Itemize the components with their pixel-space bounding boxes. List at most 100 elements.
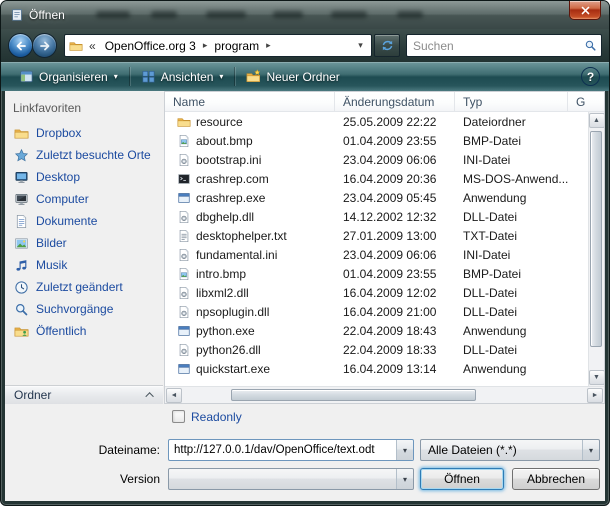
main-area: Linkfavoriten Dropbox Zuletzt besuchte O… [5, 91, 605, 404]
column-header-size[interactable]: G [568, 92, 604, 112]
sidebar-item-searches[interactable]: Suchvorgänge [5, 298, 164, 320]
sidebar-item-documents[interactable]: Dokumente [5, 210, 164, 232]
vertical-scrollbar[interactable]: ▲ ▼ [588, 112, 604, 386]
address-dropdown-icon[interactable]: ▾ [353, 40, 368, 51]
file-row[interactable]: dbghelp.dll 14.12.2002 12:32 DLL-Datei [165, 207, 604, 226]
organize-button[interactable]: Organisieren ▾ [10, 66, 127, 87]
chevron-down-icon[interactable]: ▾ [396, 440, 413, 460]
sidebar-item-music[interactable]: Musik [5, 254, 164, 276]
file-row[interactable]: crashrep.com 16.04.2009 20:36 MS-DOS-Anw… [165, 169, 604, 188]
column-header-date[interactable]: Änderungsdatum [335, 92, 455, 112]
sidebar-item-label: Dokumente [36, 214, 97, 228]
vertical-scroll-thumb[interactable] [590, 131, 602, 347]
file-rows: resource 25.05.2009 22:22 Dateiordner ab… [165, 112, 604, 386]
help-button[interactable]: ? [581, 67, 600, 86]
views-icon [141, 69, 156, 84]
sidebar-item-dropbox[interactable]: Dropbox [5, 122, 164, 144]
refresh-icon [380, 38, 395, 53]
recent-places-icon [14, 148, 29, 163]
chevron-down-icon[interactable]: ▾ [396, 469, 413, 489]
help-icon: ? [587, 70, 594, 84]
breadcrumb[interactable]: « OpenOffice.org 3 ▸ program ▸ ▾ [64, 34, 372, 57]
breadcrumb-overflow-icon[interactable]: « [86, 39, 99, 53]
folders-expander[interactable]: Ordner [5, 385, 163, 404]
version-label: Version [5, 472, 168, 486]
scroll-left-icon[interactable]: ◄ [166, 388, 182, 403]
scroll-down-icon[interactable]: ▼ [589, 370, 605, 385]
sidebar-item-label: Bilder [36, 236, 67, 250]
sidebar-item-pictures[interactable]: Bilder [5, 232, 164, 254]
file-row[interactable]: quickstart.exe 16.04.2009 13:14 Anwendun… [165, 359, 604, 378]
filename-combobox[interactable]: ▾ [168, 439, 414, 461]
dll-file-icon [177, 286, 191, 300]
dll-file-icon [177, 343, 191, 357]
titlebar[interactable]: Öffnen [1, 1, 609, 29]
column-header-name[interactable]: Name [165, 92, 335, 112]
horizontal-scrollbar[interactable]: ◄ ► [165, 386, 604, 403]
file-row[interactable]: libxml2.dll 16.04.2009 12:02 DLL-Datei [165, 283, 604, 302]
cancel-button[interactable]: Abbrechen [512, 468, 600, 490]
chevron-down-icon[interactable]: ▾ [582, 440, 599, 460]
vertical-scroll-track[interactable] [589, 129, 604, 369]
toolbar-separator [234, 67, 235, 86]
sidebar-item-public[interactable]: Öffentlich [5, 320, 164, 342]
file-row[interactable]: intro.bmp 01.04.2009 23:55 BMP-Datei [165, 264, 604, 283]
file-row[interactable]: crashrep.exe 23.04.2009 05:45 Anwendung [165, 188, 604, 207]
txt-file-icon [177, 229, 191, 243]
file-row[interactable]: python26.dll 22.04.2009 18:33 DLL-Datei [165, 340, 604, 359]
version-combobox[interactable]: ▾ [168, 468, 414, 490]
file-row[interactable]: bootstrap.ini 23.04.2009 06:06 INI-Datei [165, 150, 604, 169]
sidebar-item-recent-places[interactable]: Zuletzt besuchte Orte [5, 144, 164, 166]
file-row[interactable]: npsoplugin.dll 16.04.2009 21:00 DLL-Date… [165, 302, 604, 321]
refresh-button[interactable] [374, 34, 400, 57]
sidebar-item-recently-changed[interactable]: Zuletzt geändert [5, 276, 164, 298]
sidebar-item-label: Zuletzt geändert [36, 280, 123, 294]
search-icon[interactable] [584, 39, 597, 52]
favorites-header: Linkfavoriten [5, 96, 164, 122]
file-row[interactable]: fundamental.ini 23.04.2009 06:06 INI-Dat… [165, 245, 604, 264]
public-folder-icon [14, 324, 29, 339]
forward-button[interactable] [32, 33, 57, 58]
horizontal-scroll-track[interactable] [183, 387, 586, 403]
open-button[interactable]: Öffnen [420, 468, 504, 490]
scroll-right-icon[interactable]: ► [587, 388, 603, 403]
search-input[interactable] [413, 39, 584, 53]
ini-file-icon [177, 248, 191, 262]
crumb-separator-icon[interactable]: ▸ [265, 40, 272, 51]
filetype-value: Alle Dateien (*.*) [428, 443, 517, 457]
back-button[interactable] [8, 33, 33, 58]
file-row[interactable]: python.exe 22.04.2009 18:43 Anwendung [165, 321, 604, 340]
organize-label: Organisieren [39, 70, 108, 84]
views-label: Ansichten [161, 70, 214, 84]
file-row[interactable]: about.bmp 01.04.2009 23:55 BMP-Datei [165, 131, 604, 150]
readonly-label[interactable]: Readonly [191, 410, 242, 424]
breadcrumb-item[interactable]: program [208, 39, 265, 53]
toolbar-separator [129, 67, 130, 86]
sidebar-item-computer[interactable]: Computer [5, 188, 164, 210]
navigation-bar: « OpenOffice.org 3 ▸ program ▸ ▾ [1, 29, 609, 62]
readonly-checkbox[interactable] [172, 410, 185, 423]
dialog-icon [10, 8, 24, 22]
column-header-type[interactable]: Typ [455, 92, 568, 112]
search-box[interactable] [406, 34, 602, 57]
close-button[interactable] [569, 1, 601, 20]
views-button[interactable]: Ansichten ▾ [132, 66, 233, 87]
sidebar-item-desktop[interactable]: Desktop [5, 166, 164, 188]
file-row[interactable]: desktophelper.txt 27.01.2009 13:00 TXT-D… [165, 226, 604, 245]
scroll-up-icon[interactable]: ▲ [589, 113, 605, 128]
file-list: Name Änderungsdatum Typ G resource 25.05… [164, 91, 605, 404]
command-toolbar: Organisieren ▾ Ansichten ▾ Neuer Ordner … [1, 62, 609, 91]
breadcrumb-item[interactable]: OpenOffice.org 3 [99, 39, 202, 53]
glass-reflection [397, 11, 423, 18]
new-folder-button[interactable]: Neuer Ordner [237, 66, 348, 87]
new-folder-label: Neuer Ordner [266, 70, 339, 84]
glass-reflection [96, 11, 130, 18]
filename-label: Dateiname: [5, 443, 168, 457]
filetype-combobox[interactable]: Alle Dateien (*.*) ▾ [420, 439, 600, 461]
folder-icon [177, 115, 191, 129]
filename-input[interactable] [169, 444, 395, 456]
close-icon [581, 6, 590, 15]
horizontal-scroll-thumb[interactable] [231, 389, 476, 401]
sidebar-item-label: Zuletzt besuchte Orte [36, 148, 151, 162]
file-row[interactable]: resource 25.05.2009 22:22 Dateiordner [165, 112, 604, 131]
